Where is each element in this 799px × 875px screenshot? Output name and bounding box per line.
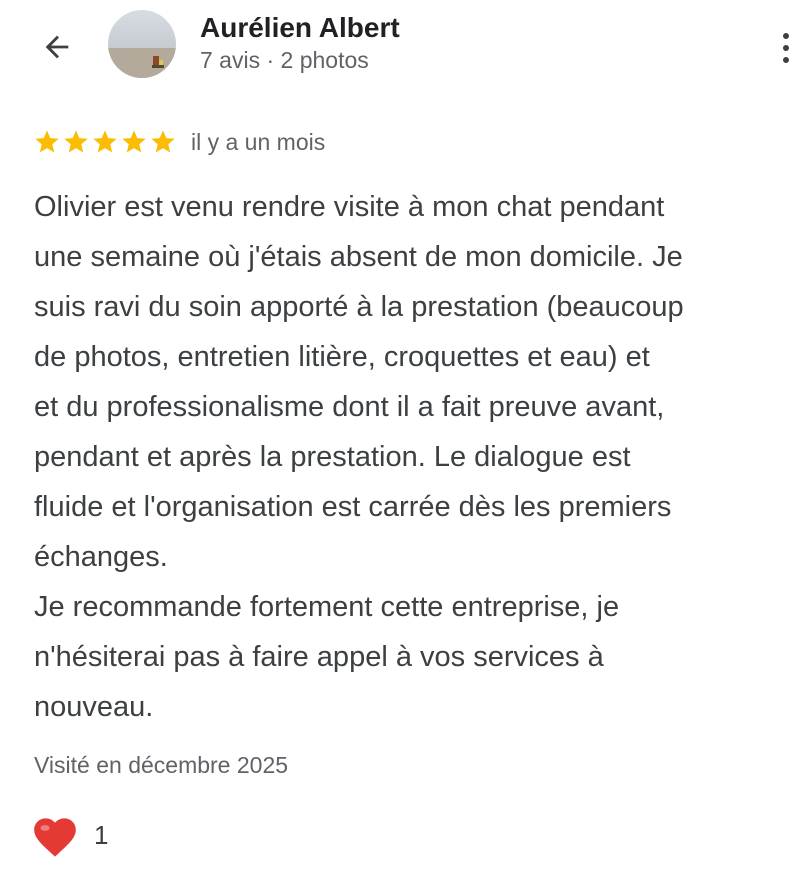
star-icon <box>35 130 59 153</box>
star-icon <box>151 130 175 153</box>
star-icon <box>64 130 88 153</box>
avatar[interactable] <box>108 10 176 78</box>
arrow-back-icon <box>45 35 69 59</box>
more-vert-icon <box>782 33 789 39</box>
star-icon <box>93 130 117 153</box>
reaction-count: 1 <box>94 819 109 850</box>
reviewer-stats: 7 avis · 2 photos <box>200 47 369 73</box>
star-rating <box>33 128 177 156</box>
more-vert-icon-dot <box>782 45 789 51</box>
like-reaction-button[interactable]: 1 <box>30 812 108 858</box>
review-text: Olivier est venu rendre visite à mon cha… <box>34 191 684 723</box>
reviewer-name[interactable]: Aurélien Albert <box>200 12 400 44</box>
visit-date: Visité en décembre 2025 <box>34 752 289 778</box>
review-date: il y a un mois <box>191 128 326 155</box>
heart-icon <box>34 818 76 857</box>
more-vert-icon-dot <box>782 57 789 63</box>
back-button[interactable] <box>34 24 80 70</box>
rating-row: il y a un mois <box>33 124 325 160</box>
avatar-photo <box>108 10 176 78</box>
star-icon <box>122 130 146 153</box>
more-options-button[interactable] <box>772 26 799 70</box>
review-header: Aurélien Albert 7 avis · 2 photos <box>0 0 799 100</box>
